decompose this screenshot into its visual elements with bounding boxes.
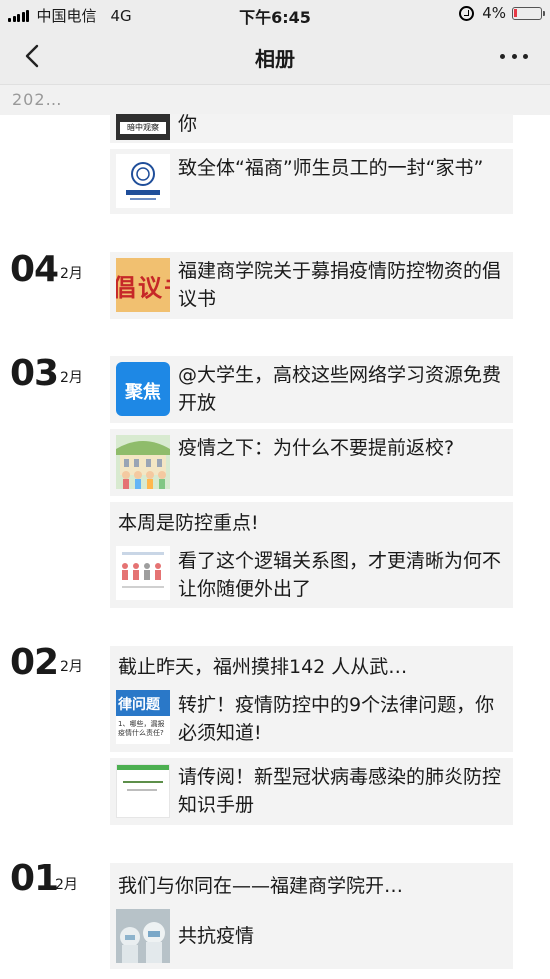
post-card[interactable]: 致全体“福商”师生员工的一封“家书” <box>110 149 513 214</box>
post-thumbnail <box>116 435 170 489</box>
post-card[interactable]: 暗中观察 你 <box>110 113 513 143</box>
post-thumbnail <box>116 764 170 818</box>
post-caption: 我们与你同在——福建商学院开… <box>118 875 404 897</box>
post-caption: 截止昨天，福州摸排142 人从武… <box>118 656 408 678</box>
post-title: 致全体“福商”师生员工的一封“家书” <box>178 157 484 179</box>
post-card[interactable]: 我们与你同在——福建商学院开… 共抗疫情 <box>110 863 513 969</box>
date-day: 01 <box>10 858 59 899</box>
post-title: @大学生，高校这些网络学习资源免费开放 <box>178 364 502 414</box>
post-title: 你 <box>178 113 198 135</box>
date-day: 03 <box>10 353 59 394</box>
post-card[interactable]: 截止昨天，福州摸排142 人从武… 律问题 1、哪些，漏报疫情什么责任? 转扩！… <box>110 646 513 752</box>
date-month: 2月 <box>60 266 83 282</box>
date-day: 04 <box>10 249 59 290</box>
year-label: 202… <box>12 90 63 109</box>
post-thumbnail <box>116 909 170 963</box>
medical-staff-photo <box>116 909 170 963</box>
date-month: 2月 <box>55 877 78 893</box>
post-card[interactable]: 请传阅！新型冠状病毒感染的肺炎防控知识手册 <box>110 758 513 825</box>
school-building-illustration <box>116 435 170 489</box>
post-title: 请传阅！新型冠状病毒感染的肺炎防控知识手册 <box>178 766 502 816</box>
date-month: 2月 <box>60 659 83 675</box>
post-card[interactable]: 聚焦 @大学生，高校这些网络学习资源免费开放 <box>110 356 513 423</box>
post-thumbnail: 暗中观察 <box>116 114 170 140</box>
post-card[interactable]: 本周是防控重点! 看了这个逻辑关系图，才更清晰为何不让你随便外出了 <box>110 502 513 608</box>
date-day: 02 <box>10 642 59 683</box>
battery-percent: 4% <box>482 4 506 22</box>
thumb-caption: 暗中观察 <box>120 122 166 134</box>
thumb-text: 聚焦 <box>125 382 161 403</box>
thumb-title: 律问题 <box>118 697 160 713</box>
post-thumbnail: 聚焦 <box>116 362 170 416</box>
school-logo-icon <box>126 162 160 200</box>
nav-bar: 相册 <box>0 28 550 84</box>
thumb-text: 倡议书 <box>116 274 170 302</box>
rotation-lock-icon <box>459 5 475 21</box>
post-title: 疫情之下：为什么不要提前返校? <box>178 437 455 459</box>
post-thumbnail <box>116 546 170 600</box>
date-month: 2月 <box>60 370 83 386</box>
diagram-people-illustration <box>122 552 164 588</box>
post-caption: 本周是防控重点! <box>118 512 259 534</box>
post-thumbnail: 律问题 1、哪些，漏报疫情什么责任? <box>116 690 170 744</box>
post-title: 福建商学院关于募捐疫情防控物资的倡议书 <box>178 260 502 310</box>
post-title: 共抗疫情 <box>178 925 255 947</box>
post-thumbnail <box>116 154 170 208</box>
thumb-subtitle: 1、哪些，漏报疫情什么责任? <box>118 720 165 737</box>
post-card[interactable]: 疫情之下：为什么不要提前返校? <box>110 429 513 496</box>
more-dots-icon[interactable] <box>500 47 528 65</box>
status-bar: 中国电信 4G 下午6:45 4% <box>0 0 550 28</box>
post-thumbnail: 倡议书 <box>116 258 170 312</box>
post-title: 看了这个逻辑关系图，才更清晰为何不让你随便外出了 <box>178 550 502 600</box>
battery-icon <box>512 6 545 20</box>
post-title: 转扩！疫情防控中的9个法律问题，你必须知道! <box>178 694 495 744</box>
post-card[interactable]: 倡议书 福建商学院关于募捐疫情防控物资的倡议书 <box>110 252 513 319</box>
page-title: 相册 <box>255 47 295 71</box>
